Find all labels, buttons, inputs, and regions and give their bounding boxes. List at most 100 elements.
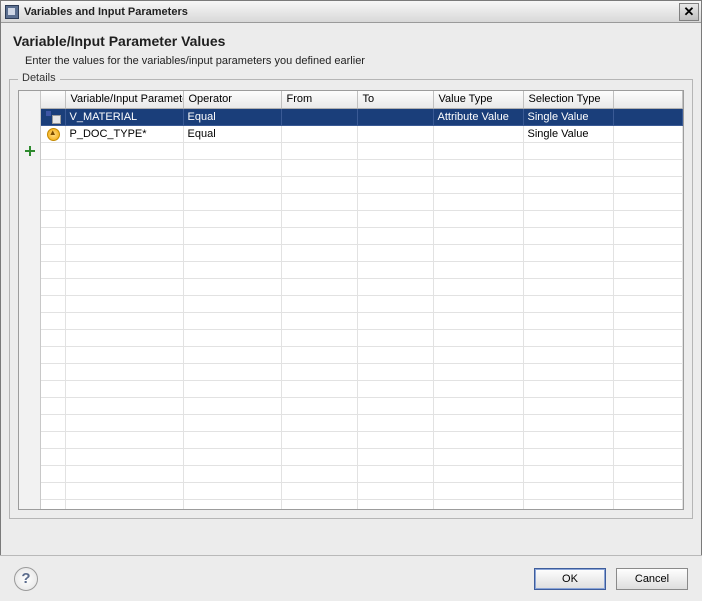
cell-empty[interactable] <box>613 346 683 363</box>
cell-empty[interactable] <box>65 278 183 295</box>
table-row-empty[interactable] <box>41 278 683 295</box>
cell-empty[interactable] <box>357 448 433 465</box>
cell-empty[interactable] <box>613 431 683 448</box>
cell-empty[interactable] <box>357 193 433 210</box>
cell-empty[interactable] <box>183 244 281 261</box>
cell-empty[interactable] <box>183 448 281 465</box>
table-row-empty[interactable] <box>41 363 683 380</box>
cell-empty[interactable] <box>183 295 281 312</box>
cell-empty[interactable] <box>523 329 613 346</box>
cell-empty[interactable] <box>281 159 357 176</box>
cell-empty[interactable] <box>613 329 683 346</box>
cell-empty[interactable] <box>523 465 613 482</box>
cell-empty[interactable] <box>281 499 357 509</box>
cell-empty[interactable] <box>523 295 613 312</box>
cell-empty[interactable] <box>357 312 433 329</box>
cell-empty[interactable] <box>281 397 357 414</box>
cell-name[interactable]: P_DOC_TYPE* <box>65 125 183 142</box>
cell-empty[interactable] <box>281 329 357 346</box>
cell-empty[interactable] <box>357 295 433 312</box>
cell-empty[interactable] <box>357 142 433 159</box>
cell-empty[interactable] <box>357 346 433 363</box>
column-header-from[interactable]: From <box>281 91 357 108</box>
cell-empty[interactable] <box>433 312 523 329</box>
cell-empty[interactable] <box>281 448 357 465</box>
table-row-empty[interactable] <box>41 312 683 329</box>
cell-from[interactable] <box>281 125 357 142</box>
cell-empty[interactable] <box>523 278 613 295</box>
cell-empty[interactable] <box>281 380 357 397</box>
cell-empty[interactable] <box>183 380 281 397</box>
cell-empty[interactable] <box>183 210 281 227</box>
cell-empty[interactable] <box>281 295 357 312</box>
cell-empty[interactable] <box>613 414 683 431</box>
cell-empty[interactable] <box>183 346 281 363</box>
cell-empty[interactable] <box>523 210 613 227</box>
add-row-button[interactable] <box>19 142 40 159</box>
cell-empty[interactable] <box>183 278 281 295</box>
cell-empty[interactable] <box>357 227 433 244</box>
cell-empty[interactable] <box>433 448 523 465</box>
cell-empty[interactable] <box>65 295 183 312</box>
table-row-empty[interactable] <box>41 210 683 227</box>
cell-empty[interactable] <box>613 261 683 278</box>
cell-empty[interactable] <box>523 312 613 329</box>
cell-empty[interactable] <box>183 363 281 380</box>
cell-empty[interactable] <box>433 244 523 261</box>
cell-empty[interactable] <box>433 363 523 380</box>
cell-empty[interactable] <box>281 414 357 431</box>
cell-empty[interactable] <box>433 346 523 363</box>
cell-name[interactable]: V_MATERIAL <box>65 108 183 125</box>
cell-empty[interactable] <box>357 261 433 278</box>
cell-empty[interactable] <box>433 159 523 176</box>
cell-empty[interactable] <box>613 210 683 227</box>
cell-empty[interactable] <box>523 346 613 363</box>
cell-empty[interactable] <box>523 193 613 210</box>
cell-empty[interactable] <box>357 176 433 193</box>
cell-empty[interactable] <box>281 465 357 482</box>
cell-empty[interactable] <box>183 431 281 448</box>
cell-empty[interactable] <box>65 142 183 159</box>
cell-empty[interactable] <box>433 261 523 278</box>
cell-empty[interactable] <box>523 499 613 509</box>
cell-empty[interactable] <box>281 363 357 380</box>
column-header-name[interactable]: Variable/Input Parameter <box>65 91 183 108</box>
cell-empty[interactable] <box>281 278 357 295</box>
cell-empty[interactable] <box>613 380 683 397</box>
table-row-empty[interactable] <box>41 227 683 244</box>
cell-empty[interactable] <box>523 176 613 193</box>
table-row-empty[interactable] <box>41 499 683 509</box>
cell-empty[interactable] <box>357 363 433 380</box>
cell-empty[interactable] <box>613 482 683 499</box>
table-row-empty[interactable] <box>41 329 683 346</box>
cell-empty[interactable] <box>433 295 523 312</box>
column-header-selection-type[interactable]: Selection Type <box>523 91 613 108</box>
cell-empty[interactable] <box>613 312 683 329</box>
cell-empty[interactable] <box>281 176 357 193</box>
cell-operator[interactable]: Equal <box>183 125 281 142</box>
table-row-empty[interactable] <box>41 448 683 465</box>
cell-empty[interactable] <box>183 312 281 329</box>
cell-operator[interactable]: Equal <box>183 108 281 125</box>
cell-empty[interactable] <box>281 193 357 210</box>
close-button[interactable]: ✕ <box>679 3 699 21</box>
table-row-empty[interactable] <box>41 295 683 312</box>
cell-empty[interactable] <box>357 431 433 448</box>
cell-empty[interactable] <box>65 380 183 397</box>
cancel-button[interactable]: Cancel <box>616 568 688 590</box>
cell-empty[interactable] <box>183 176 281 193</box>
cell-empty[interactable] <box>523 159 613 176</box>
cell-empty[interactable] <box>613 397 683 414</box>
table-row-empty[interactable] <box>41 142 683 159</box>
cell-empty[interactable] <box>357 482 433 499</box>
cell-empty[interactable] <box>433 414 523 431</box>
column-header-icon[interactable] <box>41 91 65 108</box>
cell-empty[interactable] <box>65 448 183 465</box>
cell-empty[interactable] <box>183 193 281 210</box>
cell-empty[interactable] <box>613 448 683 465</box>
cell-empty[interactable] <box>65 482 183 499</box>
table-row-empty[interactable] <box>41 176 683 193</box>
table-row-empty[interactable] <box>41 346 683 363</box>
cell-empty[interactable] <box>183 329 281 346</box>
cell-empty[interactable] <box>433 499 523 509</box>
